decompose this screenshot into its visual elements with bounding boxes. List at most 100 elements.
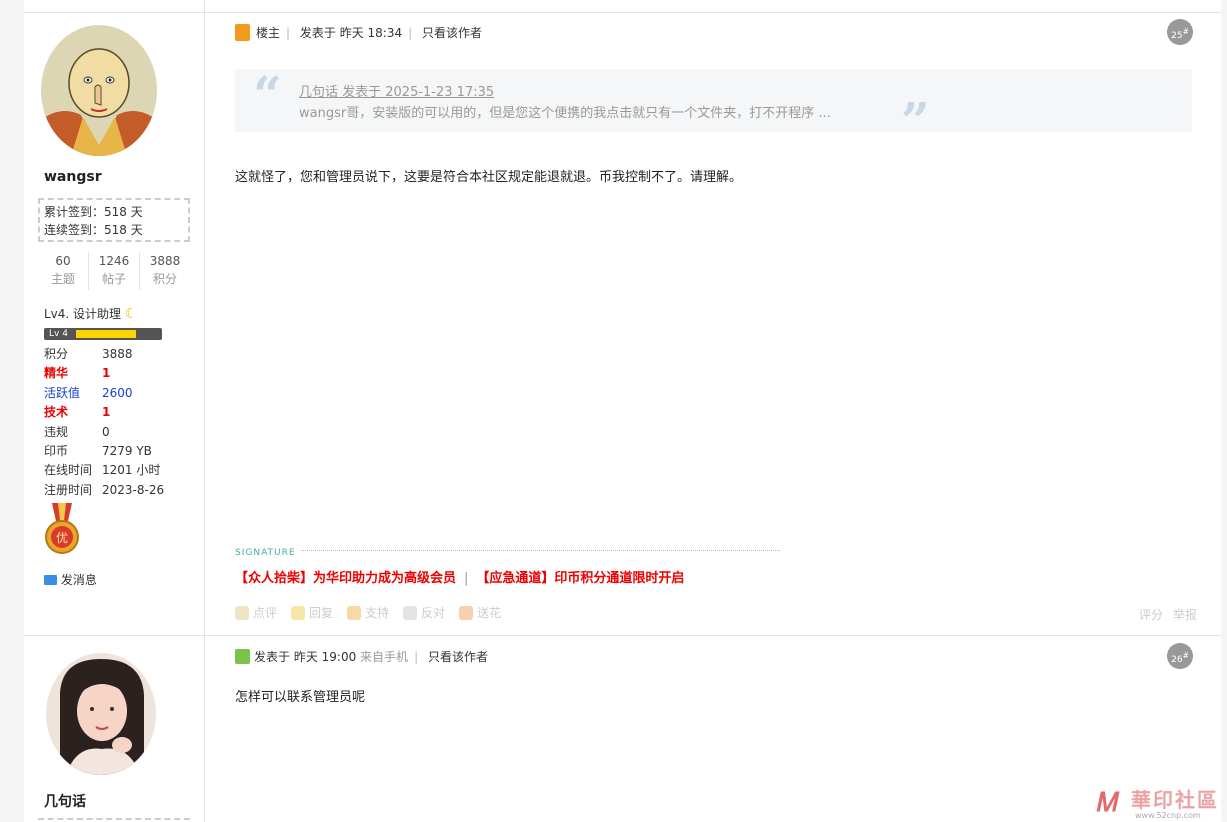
- stat-points[interactable]: 3888 积分: [139, 252, 190, 290]
- level-bar-text: Lv 4: [49, 329, 68, 339]
- signature: 【众人拾柴】为华印助力成为高级会员 | 【应急通道】印币积分通道限时开启: [235, 571, 685, 586]
- info-key: 精华: [44, 366, 69, 381]
- info-value: 1: [102, 405, 111, 420]
- close-quote-icon: ”: [901, 91, 930, 150]
- signature-divider: SIGNATURE: [235, 544, 780, 558]
- stat-threads[interactable]: 60 主题: [38, 252, 88, 290]
- logo-icon: 𝑀: [1097, 788, 1119, 818]
- sign-in-stats: [38, 818, 190, 820]
- comment-button[interactable]: 点评: [235, 604, 277, 621]
- floor-number-text: 26: [1171, 655, 1183, 665]
- user-stats: 60 主题 1246 帖子 3888 积分: [38, 252, 190, 290]
- medal-text: 优: [56, 531, 68, 545]
- mobile-post-icon: [235, 649, 250, 664]
- info-row: 活跃值 2600: [44, 384, 194, 403]
- info-key: 在线时间: [44, 463, 93, 478]
- post-actions: 点评 回复 支持 反对 送花: [235, 604, 501, 621]
- column-divider: [204, 0, 205, 822]
- stat-label: 主题: [50, 272, 75, 286]
- watermark-title: 華印社區: [1131, 788, 1219, 812]
- support-button[interactable]: 支持: [347, 604, 389, 621]
- quote-source-link[interactable]: 几句话 发表于 2025-1-23 17:35: [299, 81, 494, 100]
- info-row: 积分 3888: [44, 345, 194, 364]
- flower-icon: [459, 605, 474, 620]
- thumbs-down-icon: [403, 605, 418, 620]
- signature-label: SIGNATURE: [235, 548, 300, 558]
- info-value: 7279 YB: [102, 443, 152, 458]
- info-value: 2023-8-26: [102, 482, 165, 497]
- username[interactable]: 几句话: [44, 791, 86, 811]
- user-info-list: 积分 3888 精华 1 活跃值 2600 技术 1 违规 0 印币 7279 YB 在线时…: [44, 345, 194, 500]
- floor-number[interactable]: 26#: [1167, 643, 1193, 669]
- stat-value: 3888: [149, 254, 181, 268]
- level-label: Lv4. 设计助理: [44, 307, 122, 321]
- info-value: 1201 小时: [102, 463, 161, 478]
- info-key: 活跃值: [44, 385, 81, 400]
- forum-thread: wangsr 累计签到：518 天 连续签到：518 天 60 主题 1246 …: [24, 0, 1221, 822]
- only-author-link[interactable]: 只看该作者: [422, 26, 482, 40]
- stat-value: 60: [55, 254, 71, 268]
- stat-value: 1246: [98, 254, 130, 268]
- stat-label: 帖子: [101, 272, 126, 286]
- stat-posts[interactable]: 1246 帖子: [88, 252, 139, 290]
- post-meta: 楼主 | 发表于 昨天 18:34 | 只看该作者: [235, 24, 482, 41]
- site-watermark: 𝑀 華印社區 www.52cnp.com: [1095, 784, 1221, 822]
- info-key: 注册时间: [44, 482, 93, 497]
- sign-continuous: 连续签到：518 天: [44, 223, 143, 237]
- info-value: 0: [102, 424, 110, 439]
- quote-block: “ 几句话 发表于 2025-1-23 17:35 wangsr哥，安装版的可以…: [235, 65, 1192, 150]
- quote-body: wangsr哥，安装版的可以用的，但是您这个便携的我点击就只有一个文件夹，打不开…: [299, 106, 831, 121]
- comment-icon: [235, 605, 249, 620]
- info-row: 精华 1: [44, 364, 194, 383]
- post-meta: 发表于 昨天 19:00 来自手机 | 只看该作者: [235, 648, 488, 665]
- report-button[interactable]: 举报: [1173, 606, 1197, 623]
- info-key: 印币: [44, 443, 69, 458]
- role-badge: 楼主: [256, 26, 281, 40]
- info-row: 技术 1: [44, 403, 194, 422]
- info-value: 2600: [102, 385, 133, 400]
- info-key: 违规: [44, 424, 69, 439]
- info-value: 3888: [102, 347, 133, 361]
- rate-button[interactable]: 评分: [1139, 606, 1163, 623]
- medal-icon[interactable]: 优: [44, 503, 80, 557]
- thread-starter-icon: [235, 24, 250, 41]
- floor-number-text: 25: [1171, 31, 1183, 41]
- send-message-button[interactable]: 发消息: [44, 571, 97, 588]
- signature-link[interactable]: 【众人拾柴】为华印助力成为高级会员: [235, 571, 456, 586]
- reply-button[interactable]: 回复: [291, 604, 333, 621]
- post-time: 发表于 昨天 18:34: [299, 26, 403, 40]
- send-flower-button[interactable]: 送花: [459, 604, 501, 621]
- send-message-label: 发消息: [60, 573, 97, 587]
- avatar-image: [46, 653, 156, 775]
- envelope-icon: [44, 575, 57, 585]
- post-time: 发表于 昨天 19:00: [254, 650, 357, 664]
- watermark-url: www.52cnp.com: [1135, 811, 1201, 820]
- avatar[interactable]: [41, 25, 157, 156]
- avatar-image: [41, 25, 157, 156]
- info-row: 违规 0: [44, 423, 194, 442]
- thumbs-up-icon: [347, 605, 362, 620]
- post-content: 这就怪了，您和管理员说下，这要是符合本社区规定能退就退。币我控制不了。请理解。: [235, 170, 743, 185]
- info-row: 注册时间 2023-8-26: [44, 481, 194, 500]
- only-author-link[interactable]: 只看该作者: [428, 650, 488, 664]
- post-source: 来自手机: [360, 650, 409, 664]
- post-content: 怎样可以联系管理员呢: [235, 690, 366, 705]
- info-key: 积分: [44, 347, 69, 361]
- reply-icon: [291, 605, 306, 620]
- moon-icon: ☾: [124, 306, 138, 322]
- level-progress-bar: Lv 4: [44, 328, 162, 340]
- user-level[interactable]: Lv4. 设计助理 ☾: [44, 305, 137, 322]
- info-key: 技术: [44, 405, 69, 420]
- post-actions-right: 评分 举报: [1139, 606, 1197, 623]
- stat-label: 积分: [152, 272, 177, 286]
- username[interactable]: wangsr: [44, 169, 102, 185]
- sign-in-stats: 累计签到：518 天 连续签到：518 天: [38, 198, 190, 242]
- signature-link[interactable]: 【应急通道】印币积分通道限时开启: [476, 571, 684, 586]
- level-progress-fill: [76, 330, 136, 338]
- floor-number[interactable]: 25#: [1167, 19, 1193, 45]
- sign-total: 累计签到：518 天: [44, 205, 143, 219]
- info-row: 印币 7279 YB: [44, 442, 194, 461]
- oppose-button[interactable]: 反对: [403, 604, 445, 621]
- info-row: 在线时间 1201 小时: [44, 461, 194, 480]
- avatar[interactable]: [46, 653, 156, 775]
